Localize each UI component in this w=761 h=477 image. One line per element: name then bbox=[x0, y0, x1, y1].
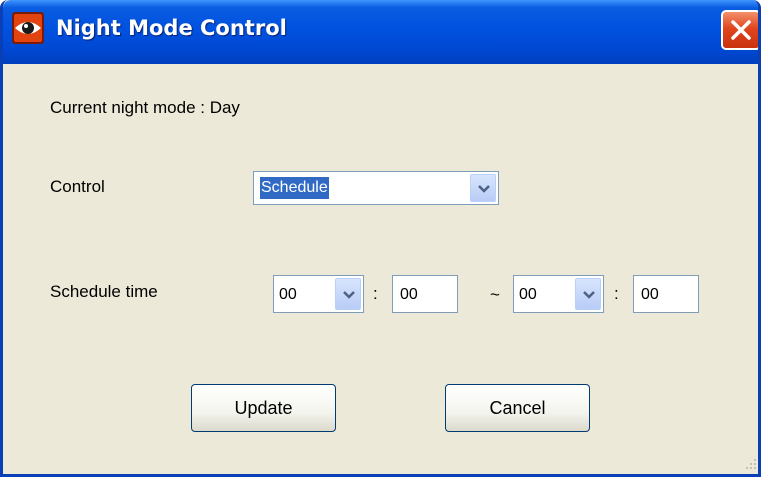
chevron-down-icon[interactable] bbox=[575, 278, 601, 310]
current-night-mode-text: Current night mode : Day bbox=[50, 98, 240, 117]
eye-icon bbox=[12, 12, 44, 44]
control-select[interactable]: Schedule bbox=[253, 171, 499, 205]
title-bar[interactable]: Night Mode Control bbox=[3, 0, 758, 64]
cancel-button[interactable]: Cancel bbox=[445, 384, 590, 432]
start-minute-value: 00 bbox=[400, 286, 418, 303]
schedule-time-label: Schedule time bbox=[50, 282, 158, 301]
end-hour-select[interactable]: 00 bbox=[513, 275, 604, 313]
control-label: Control bbox=[50, 177, 105, 196]
end-minute-input[interactable]: 00 bbox=[633, 275, 699, 313]
start-hour-select[interactable]: 00 bbox=[273, 275, 364, 313]
start-minute-input[interactable]: 00 bbox=[392, 275, 458, 313]
chevron-down-icon[interactable] bbox=[470, 174, 496, 202]
update-button[interactable]: Update bbox=[191, 384, 336, 432]
night-mode-dialog: Night Mode Control Current night mode : … bbox=[0, 0, 761, 477]
resize-grip-icon[interactable] bbox=[744, 457, 758, 471]
window-title: Night Mode Control bbox=[56, 16, 287, 40]
time-range-tilde: ~ bbox=[490, 285, 500, 304]
start-hour-value: 00 bbox=[279, 286, 297, 303]
close-icon bbox=[731, 20, 751, 40]
time-colon: : bbox=[373, 284, 378, 303]
time-colon: : bbox=[614, 284, 619, 303]
end-hour-value: 00 bbox=[519, 286, 537, 303]
end-minute-value: 00 bbox=[641, 286, 659, 303]
close-button[interactable] bbox=[721, 10, 758, 50]
control-selected-value: Schedule bbox=[260, 177, 329, 199]
dialog-body: Current night mode : Day Control Schedul… bbox=[6, 64, 758, 474]
chevron-down-icon[interactable] bbox=[335, 278, 361, 310]
